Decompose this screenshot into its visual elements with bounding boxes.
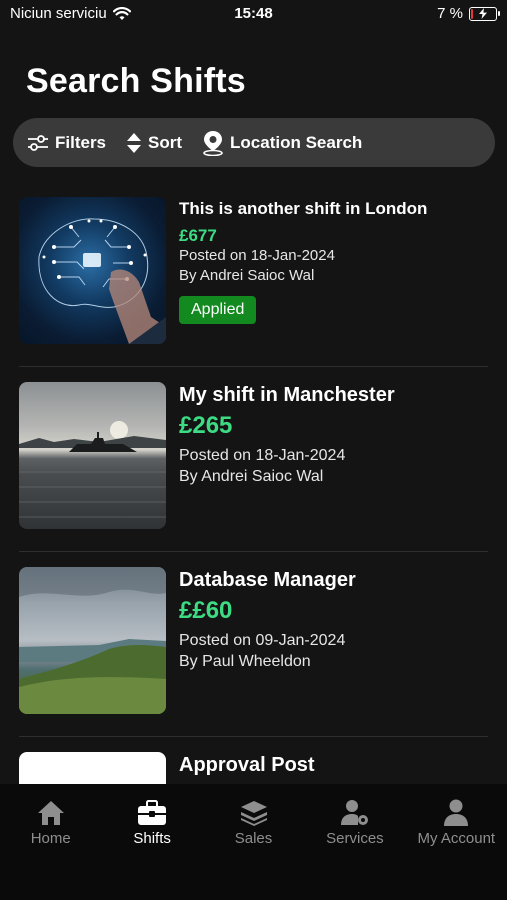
user-gear-icon: [340, 800, 368, 825]
shift-card[interactable]: My shift in Manchester £265 Posted on 18…: [0, 367, 507, 552]
tab-home[interactable]: Home: [0, 784, 101, 900]
sort-icon: [127, 132, 142, 153]
tab-my-account[interactable]: My Account: [406, 784, 507, 900]
shift-title: This is another shift in London: [179, 199, 428, 218]
briefcase-icon: [138, 800, 167, 825]
tab-label: Services: [326, 830, 384, 847]
shift-card[interactable]: Database Manager ££60 Posted on 09-Jan-2…: [0, 552, 507, 737]
layers-icon: [240, 801, 267, 826]
sort-button[interactable]: Sort: [126, 132, 182, 154]
shift-posted-date: Posted on 18-Jan-2024: [179, 447, 346, 464]
shift-card[interactable]: Approval Post: [0, 737, 507, 784]
tab-label: My Account: [417, 830, 496, 847]
coastline-image: [19, 567, 166, 714]
shift-author: By Paul Wheeldon: [179, 653, 311, 670]
boat-lake-image: [19, 382, 166, 529]
shift-list: This is another shift in London £677 Pos…: [0, 182, 507, 784]
shift-price: £265: [179, 412, 233, 439]
tab-label: Home: [30, 830, 71, 847]
sliders-icon: [28, 134, 48, 151]
battery-icon: [469, 6, 500, 21]
tab-services[interactable]: Services: [304, 784, 405, 900]
charging-bolt-icon: [479, 7, 487, 19]
shift-posted-date: Posted on 09-Jan-2024: [179, 632, 346, 649]
page-title: Search Shifts: [26, 62, 246, 100]
sort-label: Sort: [148, 132, 183, 152]
location-pin-icon: [203, 130, 223, 156]
applied-badge: Applied: [179, 296, 257, 324]
shift-card[interactable]: This is another shift in London £677 Pos…: [0, 182, 507, 367]
search-toolbar: Filters Sort Location Search: [13, 118, 495, 167]
filters-button[interactable]: Filters: [27, 133, 106, 153]
shift-title: Approval Post: [179, 754, 315, 776]
status-bar: Niciun serviciu 15:48 7 %: [0, 0, 507, 30]
tab-label: Sales: [234, 830, 273, 847]
battery-level: [471, 8, 473, 19]
filters-label: Filters: [55, 132, 107, 152]
ai-brain-image: [19, 197, 166, 344]
bottom-tab-bar: Home Shifts Sales Services My Account: [0, 784, 507, 900]
location-search-label: Location Search: [230, 132, 363, 152]
tab-sales[interactable]: Sales: [203, 784, 304, 900]
shift-author: By Andrei Saioc Wal: [179, 267, 315, 284]
user-icon: [444, 799, 469, 826]
shift-posted-date: Posted on 18-Jan-2024: [179, 247, 335, 264]
shift-title: Database Manager: [179, 569, 356, 591]
home-icon: [37, 801, 64, 825]
battery-percent: 7 %: [437, 5, 463, 22]
location-search-button[interactable]: Location Search: [202, 130, 362, 156]
status-time: 15:48: [234, 5, 273, 22]
shift-title: My shift in Manchester: [179, 384, 395, 406]
blank-image: [19, 752, 166, 784]
status-battery: 7 %: [437, 5, 500, 22]
shift-author: By Andrei Saioc Wal: [179, 468, 324, 485]
tab-label: Shifts: [133, 830, 171, 847]
shift-price: £677: [179, 226, 217, 245]
shift-price: ££60: [179, 597, 233, 624]
tab-shifts[interactable]: Shifts: [101, 784, 202, 900]
